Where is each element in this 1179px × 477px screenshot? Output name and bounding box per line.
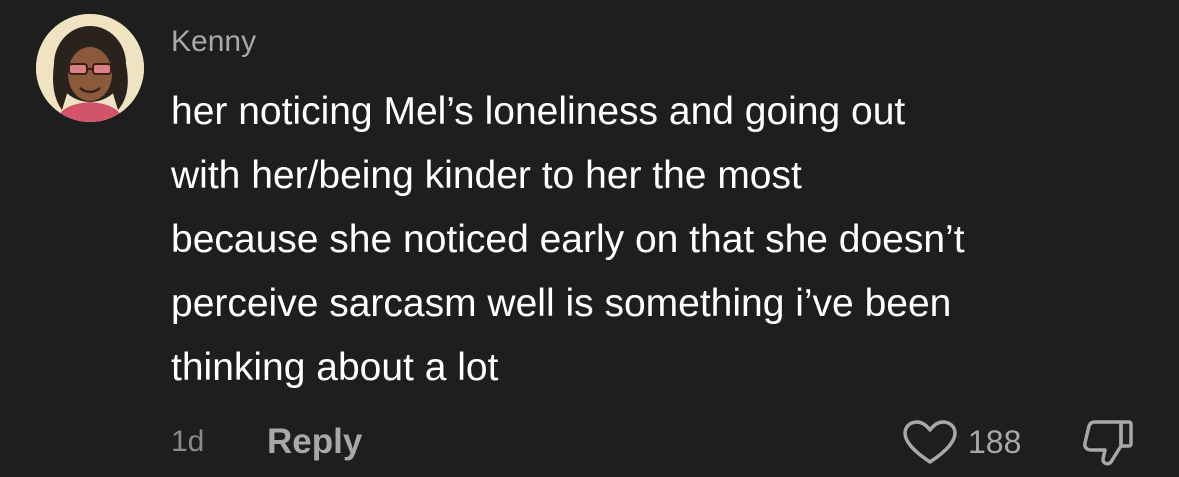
comment-item: Kenny her noticing Mel’s loneliness and … <box>0 0 1179 477</box>
comment-text-line: perceive sarcasm well is something i’ve … <box>171 282 952 325</box>
like-count: 188 <box>968 424 1022 460</box>
comment-age: 1d <box>171 425 205 458</box>
comment-text-line: thinking about a lot <box>171 346 499 389</box>
reply-button[interactable]: Reply <box>267 420 362 464</box>
username[interactable]: Kenny <box>171 22 256 62</box>
comment-text: her noticing Mel’s loneliness and going … <box>171 80 1161 400</box>
avatar[interactable] <box>36 14 144 122</box>
thumbs-down-icon <box>1083 420 1133 466</box>
comment-text-line: because she noticed early on that she do… <box>171 218 965 261</box>
like-button[interactable] <box>902 420 958 466</box>
dislike-button[interactable] <box>1081 418 1135 468</box>
comment-footer: 1d Reply 188 <box>0 416 1179 468</box>
comment-text-line: with her/being kinder to her the most <box>171 154 802 197</box>
heart-icon <box>903 420 957 464</box>
comment-text-line: her noticing Mel’s loneliness and going … <box>171 90 906 133</box>
avatar-illustration <box>36 14 144 122</box>
